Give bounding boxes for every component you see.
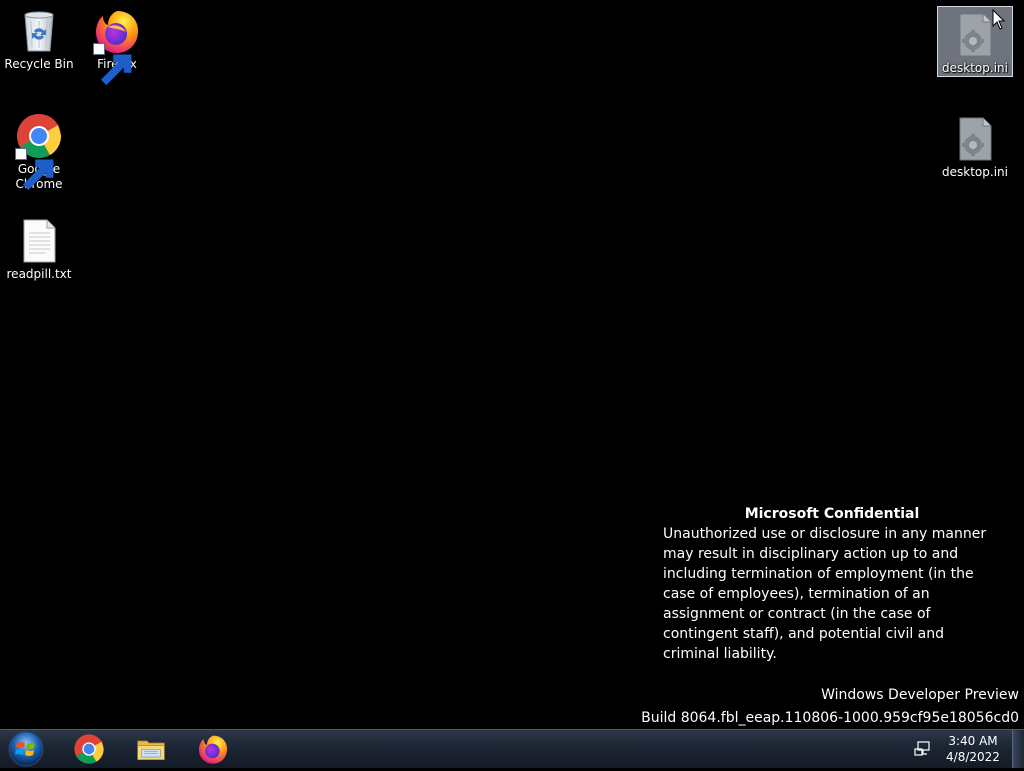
desktop[interactable]: Recycle Bin Firefox Google Chrome readpi… xyxy=(0,0,1024,729)
taskbar-app-chrome[interactable] xyxy=(61,731,117,767)
build-info: Windows Developer Preview Build 8064.fbl… xyxy=(641,684,1019,730)
chrome-icon xyxy=(15,112,63,191)
clock-time: 3:40 AM xyxy=(948,734,998,748)
taskbar-app-firefox[interactable] xyxy=(185,731,241,767)
show-desktop-button[interactable] xyxy=(1012,730,1024,768)
shortcut-arrow-icon xyxy=(15,148,54,191)
recycle-bin-icon xyxy=(15,7,63,55)
desktop-icon-desktop-ini[interactable]: desktop.ini xyxy=(937,110,1013,181)
desktop-icon-readpill-txt[interactable]: readpill.txt xyxy=(1,212,77,283)
desktop-icon-label: readpill.txt xyxy=(6,267,72,281)
chrome-icon xyxy=(74,734,104,764)
taskbar: 3:40 AM 4/8/2022 xyxy=(0,729,1024,768)
desktop-icon-label: desktop.ini xyxy=(942,165,1008,179)
firefox-icon xyxy=(199,735,228,764)
text-file-icon xyxy=(15,217,63,265)
start-button[interactable] xyxy=(6,731,46,767)
build-edition: Windows Developer Preview xyxy=(821,687,1019,703)
desktop-icon-recycle-bin[interactable]: Recycle Bin xyxy=(1,2,77,73)
watermark-title: Microsoft Confidential xyxy=(744,506,920,522)
windows-logo-icon xyxy=(8,731,44,767)
desktop-icon-firefox[interactable]: Firefox xyxy=(79,2,155,86)
mouse-cursor-icon xyxy=(992,9,1006,30)
folder-icon xyxy=(137,740,165,760)
clock-date: 4/8/2022 xyxy=(946,750,1000,764)
desktop-icon-label: Recycle Bin xyxy=(4,57,74,71)
desktop-icon-google-chrome[interactable]: Google Chrome xyxy=(1,107,77,193)
desktop-icon-label: desktop.ini xyxy=(942,61,1008,75)
system-clock[interactable]: 3:40 AM 4/8/2022 xyxy=(943,733,1003,765)
confidential-watermark: Microsoft Confidential Unauthorized use … xyxy=(663,504,1001,664)
firefox-icon xyxy=(93,7,141,86)
settings-file-icon xyxy=(951,115,999,163)
shortcut-arrow-icon xyxy=(93,43,132,86)
taskbar-app-explorer[interactable] xyxy=(123,731,179,767)
build-number: Build 8064.fbl_eeap.110806-1000.959cf95e… xyxy=(641,710,1019,726)
network-icon[interactable] xyxy=(913,740,931,758)
watermark-body: Unauthorized use or disclosure in any ma… xyxy=(663,526,987,662)
